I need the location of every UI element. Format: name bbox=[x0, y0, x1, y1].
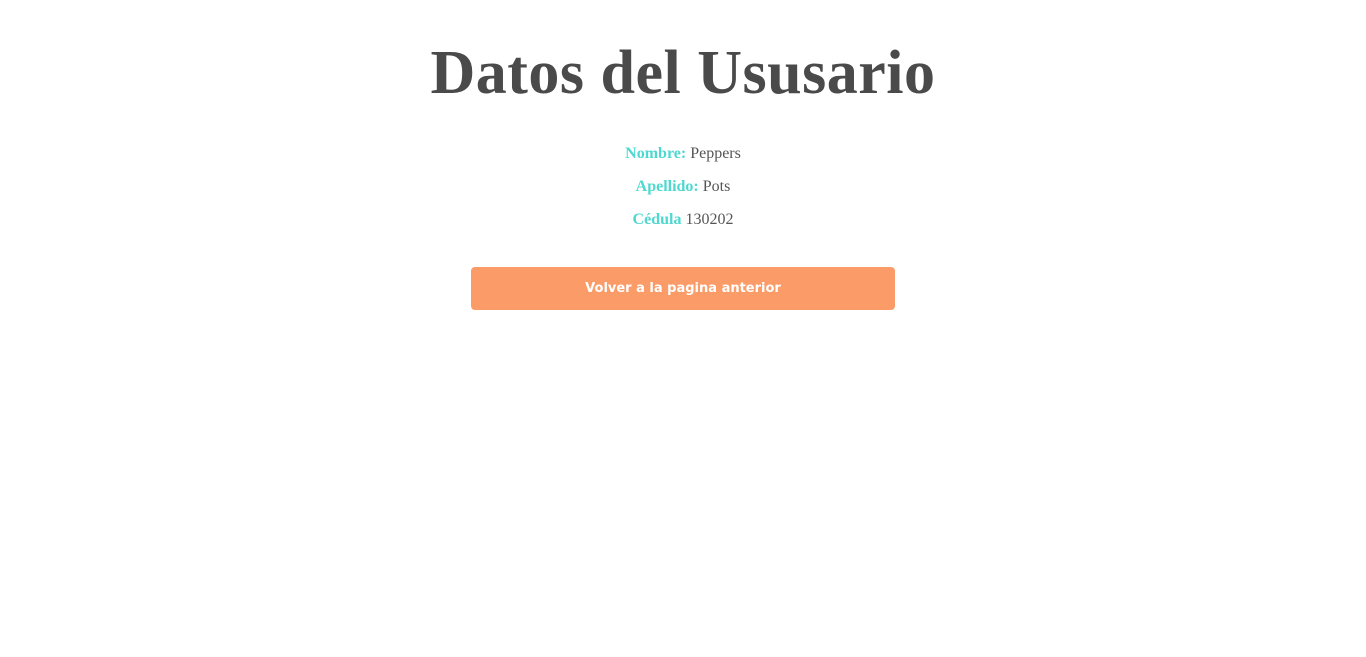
cedula-row: Cédula 130202 bbox=[0, 210, 1366, 230]
back-button[interactable]: Volver a la pagina anterior bbox=[471, 267, 895, 310]
nombre-value: Peppers bbox=[690, 145, 741, 162]
cedula-label: Cédula bbox=[632, 211, 682, 228]
apellido-label: Apellido: bbox=[635, 178, 699, 195]
apellido-row: Apellido: Pots bbox=[0, 177, 1366, 197]
page-title: Datos del Ususario bbox=[430, 39, 936, 107]
nombre-label: Nombre: bbox=[625, 145, 687, 162]
apellido-value: Pots bbox=[702, 178, 731, 195]
cedula-value: 130202 bbox=[685, 211, 734, 228]
user-details-page: Datos del Ususario Nombre: Peppers Apell… bbox=[0, 0, 1366, 657]
nombre-row: Nombre: Peppers bbox=[0, 144, 1366, 164]
